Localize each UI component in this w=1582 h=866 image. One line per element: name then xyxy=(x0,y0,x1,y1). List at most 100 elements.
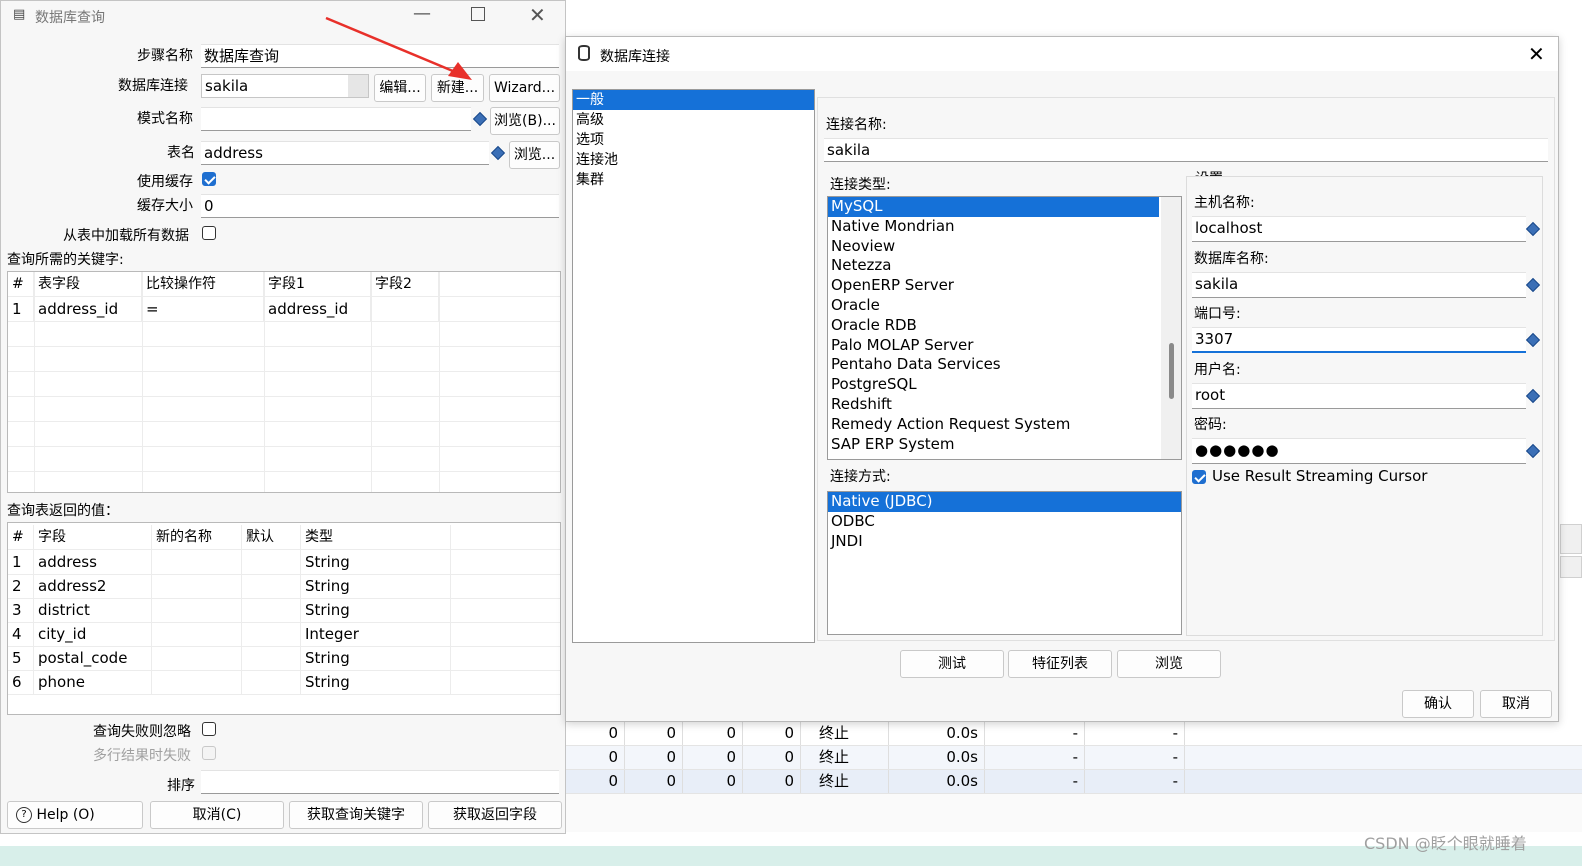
connection-type-item[interactable]: OpenERP Server xyxy=(828,276,1159,296)
field-cell[interactable]: district xyxy=(34,598,152,622)
column-header[interactable]: 字段1 xyxy=(264,272,371,296)
browse-schema-button[interactable]: 浏览(B)... xyxy=(490,107,560,135)
connection-type-item[interactable]: Palo MOLAP Server xyxy=(828,336,1159,356)
connection-type-item[interactable]: Native Mondrian xyxy=(828,217,1159,237)
connection-type-item[interactable]: Neoview xyxy=(828,237,1159,257)
connection-type-item[interactable]: Remedy Action Request System xyxy=(828,415,1159,435)
ok-button[interactable]: 确认 xyxy=(1402,690,1474,718)
scrollbar-track[interactable] xyxy=(1161,197,1181,459)
connection-type-item[interactable]: Netezza xyxy=(828,256,1159,276)
type-cell[interactable]: Integer xyxy=(301,622,451,646)
default-cell[interactable] xyxy=(242,670,301,694)
table-row[interactable]: 5 postal_code String xyxy=(8,646,560,671)
default-cell[interactable] xyxy=(242,598,301,622)
field-cell[interactable]: phone xyxy=(34,670,152,694)
cancel-button[interactable]: 取消 xyxy=(1480,690,1552,718)
connection-type-item[interactable]: Oracle RDB xyxy=(828,316,1159,336)
column-header[interactable]: 字段 xyxy=(34,525,152,549)
default-cell[interactable] xyxy=(242,574,301,598)
nav-item[interactable]: 连接池 xyxy=(573,150,814,170)
username-input[interactable]: root xyxy=(1192,383,1526,409)
test-button[interactable]: 测试 xyxy=(900,650,1004,678)
default-cell[interactable] xyxy=(242,550,301,574)
type-cell[interactable]: String xyxy=(301,646,451,670)
connection-type-item[interactable]: Redshift xyxy=(828,395,1159,415)
variable-icon[interactable] xyxy=(472,111,488,127)
nav-item[interactable]: 集群 xyxy=(573,170,814,190)
scrollbar-thumb[interactable] xyxy=(1169,343,1174,399)
nav-item[interactable]: 高级 xyxy=(573,110,814,130)
default-cell[interactable] xyxy=(242,646,301,670)
help-button[interactable]: ? Help (O) xyxy=(7,801,143,829)
streaming-cursor-checkbox[interactable] xyxy=(1192,470,1206,484)
load-all-checkbox[interactable] xyxy=(202,226,216,240)
field-cell[interactable]: address xyxy=(34,550,152,574)
wizard-button[interactable]: Wizard... xyxy=(489,74,560,102)
connection-type-item[interactable]: PostgreSQL xyxy=(828,375,1159,395)
new-name-cell[interactable] xyxy=(152,670,242,694)
get-return-fields-button[interactable]: 获取返回字段 xyxy=(428,801,562,829)
connection-type-item[interactable]: MySQL xyxy=(828,197,1159,217)
cache-size-input[interactable]: 0 xyxy=(201,194,559,218)
table-row[interactable]: 6 phone String xyxy=(8,670,560,695)
new-name-cell[interactable] xyxy=(152,622,242,646)
type-cell[interactable]: String xyxy=(301,670,451,694)
table-row[interactable]: 2 address2 String xyxy=(8,574,560,599)
access-method-item[interactable]: Native (JDBC) xyxy=(828,492,1181,512)
table-row[interactable]: 4 city_id Integer xyxy=(8,622,560,647)
database-name-input[interactable]: sakila xyxy=(1192,272,1526,298)
field-cell[interactable]: city_id xyxy=(34,622,152,646)
browse-button[interactable]: 浏览 xyxy=(1117,650,1221,678)
default-cell[interactable] xyxy=(242,622,301,646)
connection-type-item[interactable]: Pentaho Data Services xyxy=(828,355,1159,375)
field2-cell[interactable] xyxy=(371,297,439,321)
close-icon[interactable]: ✕ xyxy=(529,3,546,27)
title-bar[interactable]: ▤ 数据库查询 — ✕ xyxy=(1,1,565,31)
column-header[interactable]: 默认 xyxy=(242,525,301,549)
ignore-fail-checkbox[interactable] xyxy=(202,722,216,736)
column-header[interactable]: 字段2 xyxy=(371,272,439,296)
new-name-cell[interactable] xyxy=(152,598,242,622)
use-cache-checkbox[interactable] xyxy=(202,172,216,186)
get-keys-button[interactable]: 获取查询关键字 xyxy=(289,801,423,829)
nav-item[interactable]: 一般 xyxy=(573,90,814,110)
comparator-cell[interactable]: = xyxy=(142,297,264,321)
close-icon[interactable]: ✕ xyxy=(1528,42,1545,66)
column-header[interactable]: 类型 xyxy=(301,525,451,549)
schema-input[interactable] xyxy=(201,107,471,131)
new-name-cell[interactable] xyxy=(152,646,242,670)
table-row[interactable]: 1 address String xyxy=(8,550,560,575)
table-row[interactable]: 3 district String xyxy=(8,598,560,623)
table-row[interactable]: 1 address_id = address_id xyxy=(8,297,560,322)
column-header[interactable]: # xyxy=(8,525,34,549)
nav-item[interactable]: 选项 xyxy=(573,130,814,150)
variable-icon[interactable] xyxy=(490,145,506,161)
access-method-item[interactable]: JNDI xyxy=(828,532,1181,552)
field1-cell[interactable]: address_id xyxy=(264,297,371,321)
type-cell[interactable]: String xyxy=(301,550,451,574)
column-header[interactable]: 表字段 xyxy=(34,272,142,296)
column-header[interactable]: 比较操作符 xyxy=(142,272,264,296)
port-input[interactable]: 3307 xyxy=(1192,327,1526,353)
cancel-button[interactable]: 取消(C) xyxy=(150,801,284,829)
feature-list-button[interactable]: 特征列表 xyxy=(1008,650,1112,678)
new-name-cell[interactable] xyxy=(152,574,242,598)
column-header[interactable]: # xyxy=(8,272,34,296)
connection-name-input[interactable]: sakila xyxy=(824,138,1548,162)
table-input[interactable]: address xyxy=(201,141,489,165)
field-cell[interactable]: postal_code xyxy=(34,646,152,670)
column-header[interactable]: 新的名称 xyxy=(152,525,242,549)
access-method-item[interactable]: ODBC xyxy=(828,512,1181,532)
password-input[interactable]: ●●●●●● xyxy=(1192,438,1526,464)
field-cell[interactable]: address2 xyxy=(34,574,152,598)
new-name-cell[interactable] xyxy=(152,550,242,574)
host-input[interactable]: localhost xyxy=(1192,216,1526,242)
type-cell[interactable]: String xyxy=(301,574,451,598)
browse-table-button[interactable]: 浏览... xyxy=(509,141,560,169)
order-input[interactable] xyxy=(201,770,559,794)
connection-type-item[interactable]: Oracle xyxy=(828,296,1159,316)
table-field-cell[interactable]: address_id xyxy=(34,297,142,321)
title-bar[interactable]: 数据库连接 ✕ xyxy=(566,37,1558,71)
connection-type-item[interactable]: SAP ERP System xyxy=(828,435,1159,455)
type-cell[interactable]: String xyxy=(301,598,451,622)
